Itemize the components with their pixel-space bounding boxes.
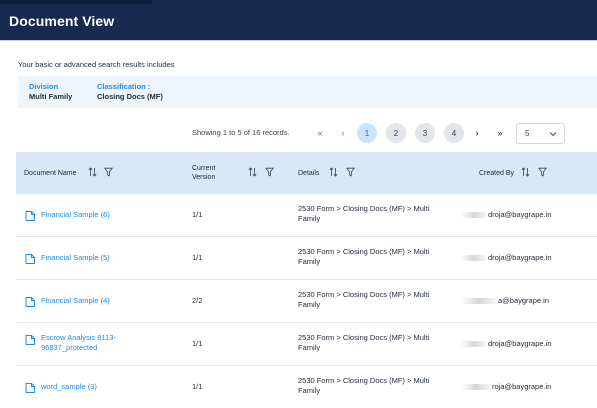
document-name-line2: 96837_protected [41, 343, 98, 352]
first-page-button[interactable]: « [310, 123, 330, 143]
file-icon [24, 295, 36, 307]
column-current-version[interactable]: Current Version [192, 164, 215, 182]
details-line1: 2530 Form > Closing Docs (MF) > Multi [298, 204, 430, 213]
created-by-text: droja@baygrape.in [488, 339, 552, 348]
version-cell: 1/1 [192, 382, 203, 391]
page-button-4[interactable]: 4 [444, 123, 464, 143]
divider [0, 40, 597, 41]
details-cell: 2530 Form > Closing Docs (MF) > Multi Fa… [298, 204, 429, 224]
prev-page-button[interactable]: ‹ [333, 123, 353, 143]
created-by-text: droja@baygrape.in [488, 210, 552, 219]
created-by-cell: roja@baygrape.in [461, 382, 551, 392]
division-label: Division [29, 82, 59, 91]
last-page-button[interactable]: » [490, 123, 510, 143]
table-row[interactable]: Financial Sample (6) 1/1 2530 Form > Clo… [16, 194, 597, 237]
details-line1: 2530 Form > Closing Docs (MF) > Multi [298, 247, 430, 256]
title-bar-accent [0, 0, 152, 4]
version-cell: 1/1 [192, 339, 203, 348]
version-cell: 1/1 [192, 210, 203, 219]
redacted-text [461, 384, 491, 391]
details-line2: Family [298, 343, 321, 352]
column-created-by[interactable]: Created By [479, 169, 514, 178]
filter-icon[interactable] [265, 167, 274, 177]
records-summary: Showing 1 to 5 of 16 records. [192, 128, 290, 137]
chevron-down-icon [548, 127, 558, 139]
classification-label: Classification : [97, 82, 151, 91]
filter-icon[interactable] [346, 167, 355, 177]
file-icon [24, 252, 36, 264]
column-current-version-line2: Version [192, 174, 216, 181]
page-button-3[interactable]: 3 [415, 123, 435, 143]
title-bar: Document View [0, 0, 597, 40]
table-row[interactable]: Financial Sample (4) 2/2 2530 Form > Clo… [16, 280, 597, 323]
file-icon [24, 209, 36, 221]
details-cell: 2530 Form > Closing Docs (MF) > Multi Fa… [298, 376, 429, 396]
filter-icon[interactable] [538, 167, 547, 177]
redacted-text [461, 255, 487, 262]
column-details[interactable]: Details [298, 169, 319, 178]
table-row[interactable]: word_sample (3) 1/1 2530 Form > Closing … [16, 366, 597, 408]
sort-icon[interactable] [329, 167, 338, 177]
sort-icon[interactable] [521, 167, 530, 177]
column-current-version-line1: Current [192, 165, 216, 172]
redacted-text [461, 341, 487, 348]
details-cell: 2530 Form > Closing Docs (MF) > Multi Fa… [298, 333, 429, 353]
criteria-division: Division Multi Family [29, 82, 72, 102]
next-page-button[interactable]: › [467, 123, 487, 143]
page-size-value: 5 [525, 129, 530, 138]
table-row[interactable]: Financial Sample (5) 1/1 2530 Form > Clo… [16, 237, 597, 280]
created-by-text: a@baygrape.in [498, 296, 549, 305]
classification-value: Closing Docs (MF) [97, 92, 163, 101]
page-title: Document View [9, 13, 115, 29]
pagination-bar: Showing 1 to 5 of 16 records. « ‹ 1 2 3 … [0, 121, 597, 145]
details-cell: 2530 Form > Closing Docs (MF) > Multi Fa… [298, 290, 429, 310]
page-button-1[interactable]: 1 [357, 123, 377, 143]
details-line1: 2530 Form > Closing Docs (MF) > Multi [298, 376, 430, 385]
table-header: Document Name Current Version Details Cr… [16, 152, 597, 194]
details-line1: 2530 Form > Closing Docs (MF) > Multi [298, 333, 430, 342]
details-line1: 2530 Form > Closing Docs (MF) > Multi [298, 290, 430, 299]
document-name-link[interactable]: Financial Sample (5) [41, 253, 110, 263]
document-name-line1: Escrow Analysis 8113- [41, 333, 116, 342]
file-icon [24, 333, 36, 345]
filter-icon[interactable] [104, 167, 113, 177]
sort-icon[interactable] [88, 167, 97, 177]
document-name-link[interactable]: Escrow Analysis 8113- 96837_protected [41, 333, 116, 353]
created-by-cell: droja@baygrape.in [461, 253, 552, 263]
created-by-cell: a@baygrape.in [461, 296, 549, 306]
created-by-cell: droja@baygrape.in [461, 339, 552, 349]
details-line2: Family [298, 257, 321, 266]
search-criteria-panel: Division Multi Family Classification : C… [18, 76, 597, 108]
document-name-link[interactable]: Financial Sample (6) [41, 210, 110, 220]
created-by-cell: droja@baygrape.in [461, 210, 552, 220]
created-by-text: roja@baygrape.in [492, 382, 552, 391]
page-button-2[interactable]: 2 [386, 123, 406, 143]
table-row[interactable]: Escrow Analysis 8113- 96837_protected 1/… [16, 323, 597, 366]
search-results-intro: Your basic or advanced search results in… [18, 60, 175, 69]
details-line2: Family [298, 214, 321, 223]
version-cell: 2/2 [192, 296, 203, 305]
details-line2: Family [298, 300, 321, 309]
criteria-classification: Classification : Closing Docs (MF) [97, 82, 163, 102]
details-line2: Family [298, 386, 321, 395]
redacted-text [461, 212, 487, 219]
version-cell: 1/1 [192, 253, 203, 262]
column-document-name[interactable]: Document Name [24, 169, 77, 178]
document-name-link[interactable]: word_sample (3) [41, 382, 97, 392]
redacted-text [461, 298, 497, 305]
file-icon [24, 381, 36, 393]
document-name-link[interactable]: Financial Sample (4) [41, 296, 110, 306]
created-by-text: droja@baygrape.in [488, 253, 552, 262]
division-value: Multi Family [29, 92, 73, 101]
page-size-select[interactable]: 5 [516, 123, 565, 144]
details-cell: 2530 Form > Closing Docs (MF) > Multi Fa… [298, 247, 429, 267]
sort-icon[interactable] [248, 167, 257, 177]
